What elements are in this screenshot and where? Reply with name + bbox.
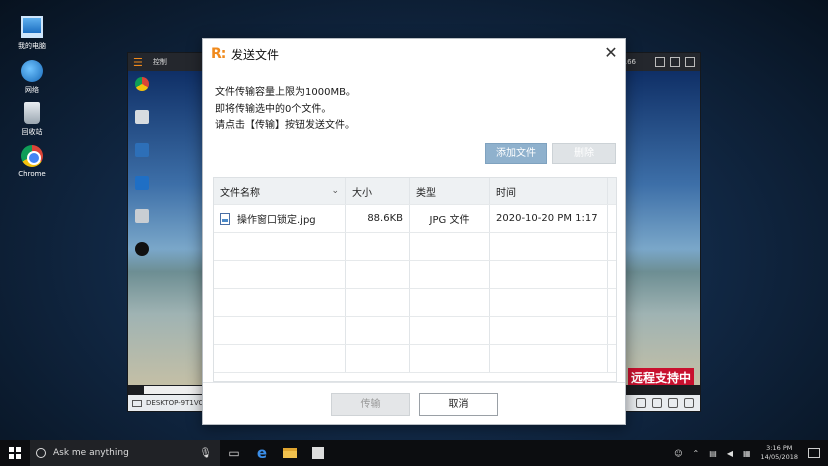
app-icon <box>135 143 149 157</box>
info-line: 文件传输容量上限为1000MB。 <box>215 87 356 98</box>
cortana-icon <box>36 448 46 458</box>
desktop-icon-label: 回收站 <box>21 128 43 136</box>
column-header-name[interactable]: 文件名称 ⌄ <box>214 178 346 204</box>
search-box[interactable]: Ask me anything 🎙 <box>30 440 220 466</box>
people-icon[interactable]: ☺ <box>674 449 682 458</box>
desktop-icon-recycle-bin[interactable]: 回收站 <box>12 102 52 137</box>
chrome-icon <box>21 145 43 167</box>
chrome-icon <box>135 77 149 91</box>
search-placeholder: Ask me anything <box>53 448 129 458</box>
record-icon[interactable] <box>652 398 662 408</box>
chevron-up-icon[interactable]: ⌃ <box>693 449 700 458</box>
store-icon[interactable] <box>304 440 332 466</box>
dialog-footer: 传输 取消 <box>203 382 625 424</box>
remote-search-box <box>144 386 202 394</box>
windows-logo-icon <box>9 447 21 459</box>
file-name-cell: 操作窗口锁定.jpg <box>214 205 346 232</box>
clock-time: 3:16 PM <box>766 444 793 452</box>
empty-cell <box>608 205 616 232</box>
settings-icon[interactable] <box>684 398 694 408</box>
volume-icon[interactable]: ◀ <box>727 449 733 458</box>
clock-date: 14/05/2018 <box>760 453 798 461</box>
system-tray: ☺ ⌃ ▤ ◀ ▦ 3:16 PM 14/05/2018 <box>674 444 828 462</box>
file-time-cell: 2020-10-20 PM 1:17 <box>490 205 608 232</box>
send-file-dialog: R: 发送文件 ✕ 文件传输容量上限为1000MB。 即将传输选中的0个文件。 … <box>202 38 626 425</box>
cancel-button[interactable]: 取消 <box>419 393 498 416</box>
edge-icon[interactable]: e <box>248 440 276 466</box>
network-icon[interactable]: ▤ <box>709 449 717 458</box>
notifications-icon[interactable] <box>808 448 820 458</box>
close-button[interactable]: ✕ <box>603 45 619 61</box>
delete-button[interactable]: 删除 <box>552 143 616 164</box>
table-row-empty <box>214 233 616 261</box>
maximize-icon[interactable] <box>670 57 680 67</box>
microphone-icon[interactable]: 🎙 <box>199 448 212 459</box>
remote-hostname: DESKTOP-9T1VON <box>146 399 210 407</box>
column-header-time[interactable]: 时间 <box>490 178 608 204</box>
desktop-icon-label: 网络 <box>25 86 39 94</box>
table-row-empty <box>214 289 616 317</box>
recycle-bin-icon <box>24 102 40 124</box>
file-name: 操作窗口锁定.jpg <box>237 215 316 226</box>
clock[interactable]: 3:16 PM 14/05/2018 <box>761 444 798 462</box>
send-button[interactable]: 传输 <box>331 393 410 416</box>
app-icon <box>135 176 149 190</box>
table-header: 文件名称 ⌄ 大小 类型 时间 <box>214 178 616 205</box>
fit-screen-icon[interactable] <box>668 398 678 408</box>
app-icon <box>135 209 149 223</box>
desktop-icon-network[interactable]: 网络 <box>12 60 52 95</box>
network-icon <box>21 60 43 82</box>
app-logo-icon: R: <box>211 46 226 62</box>
task-view-icon[interactable]: ▭ <box>220 440 248 466</box>
remote-control-menu[interactable]: 控制 <box>153 57 167 67</box>
desktop-icon-chrome[interactable]: Chrome <box>12 145 52 178</box>
start-button[interactable] <box>0 440 30 466</box>
computer-icon <box>21 16 43 38</box>
column-header-type[interactable]: 类型 <box>410 178 490 204</box>
keyboard-icon[interactable]: ▦ <box>743 449 751 458</box>
minimize-icon[interactable] <box>655 57 665 67</box>
table-row-empty <box>214 345 616 373</box>
remote-desktop-icons <box>132 77 152 275</box>
column-header-filler <box>608 178 616 204</box>
desktop-icon-my-computer[interactable]: 我的电脑 <box>12 16 52 51</box>
info-line: 即将传输选中的0个文件。 <box>215 103 332 115</box>
image-file-icon <box>220 212 230 225</box>
desktop-icon-label: Chrome <box>18 170 46 178</box>
transfer-info: 文件传输容量上限为1000MB。 即将传输选中的0个文件。 请点击【传输】按钮发… <box>215 85 356 135</box>
column-header-size[interactable]: 大小 <box>346 178 410 204</box>
file-table: 文件名称 ⌄ 大小 类型 时间 操作窗口锁定.jpg 88.6KB JPG 文件… <box>213 177 617 382</box>
table-row[interactable]: 操作窗口锁定.jpg 88.6KB JPG 文件 2020-10-20 PM 1… <box>214 205 616 233</box>
desktop-icon-label: 我的电脑 <box>18 42 46 50</box>
column-label: 文件名称 <box>220 187 260 199</box>
screenshot-icon[interactable] <box>636 398 646 408</box>
file-icon <box>135 110 149 124</box>
info-line: 请点击【传输】按钮发送文件。 <box>215 120 355 131</box>
chevron-down-icon: ⌄ <box>331 186 339 196</box>
table-row-empty <box>214 261 616 289</box>
qq-icon <box>135 242 149 256</box>
dialog-header: R: 发送文件 ✕ <box>203 39 625 69</box>
dialog-title: 发送文件 <box>231 47 280 62</box>
windows-taskbar: Ask me anything 🎙 ▭ e ☺ ⌃ ▤ ◀ ▦ 3:16 PM … <box>0 440 828 466</box>
monitor-icon <box>132 399 142 407</box>
file-size-cell: 88.6KB <box>346 205 410 232</box>
file-type-cell: JPG 文件 <box>410 205 490 232</box>
add-file-button[interactable]: 添加文件 <box>485 143 547 164</box>
file-explorer-icon[interactable] <box>276 440 304 466</box>
close-icon[interactable] <box>685 57 695 67</box>
table-row-empty <box>214 317 616 345</box>
hamburger-menu-icon[interactable]: ☰ <box>133 56 143 69</box>
